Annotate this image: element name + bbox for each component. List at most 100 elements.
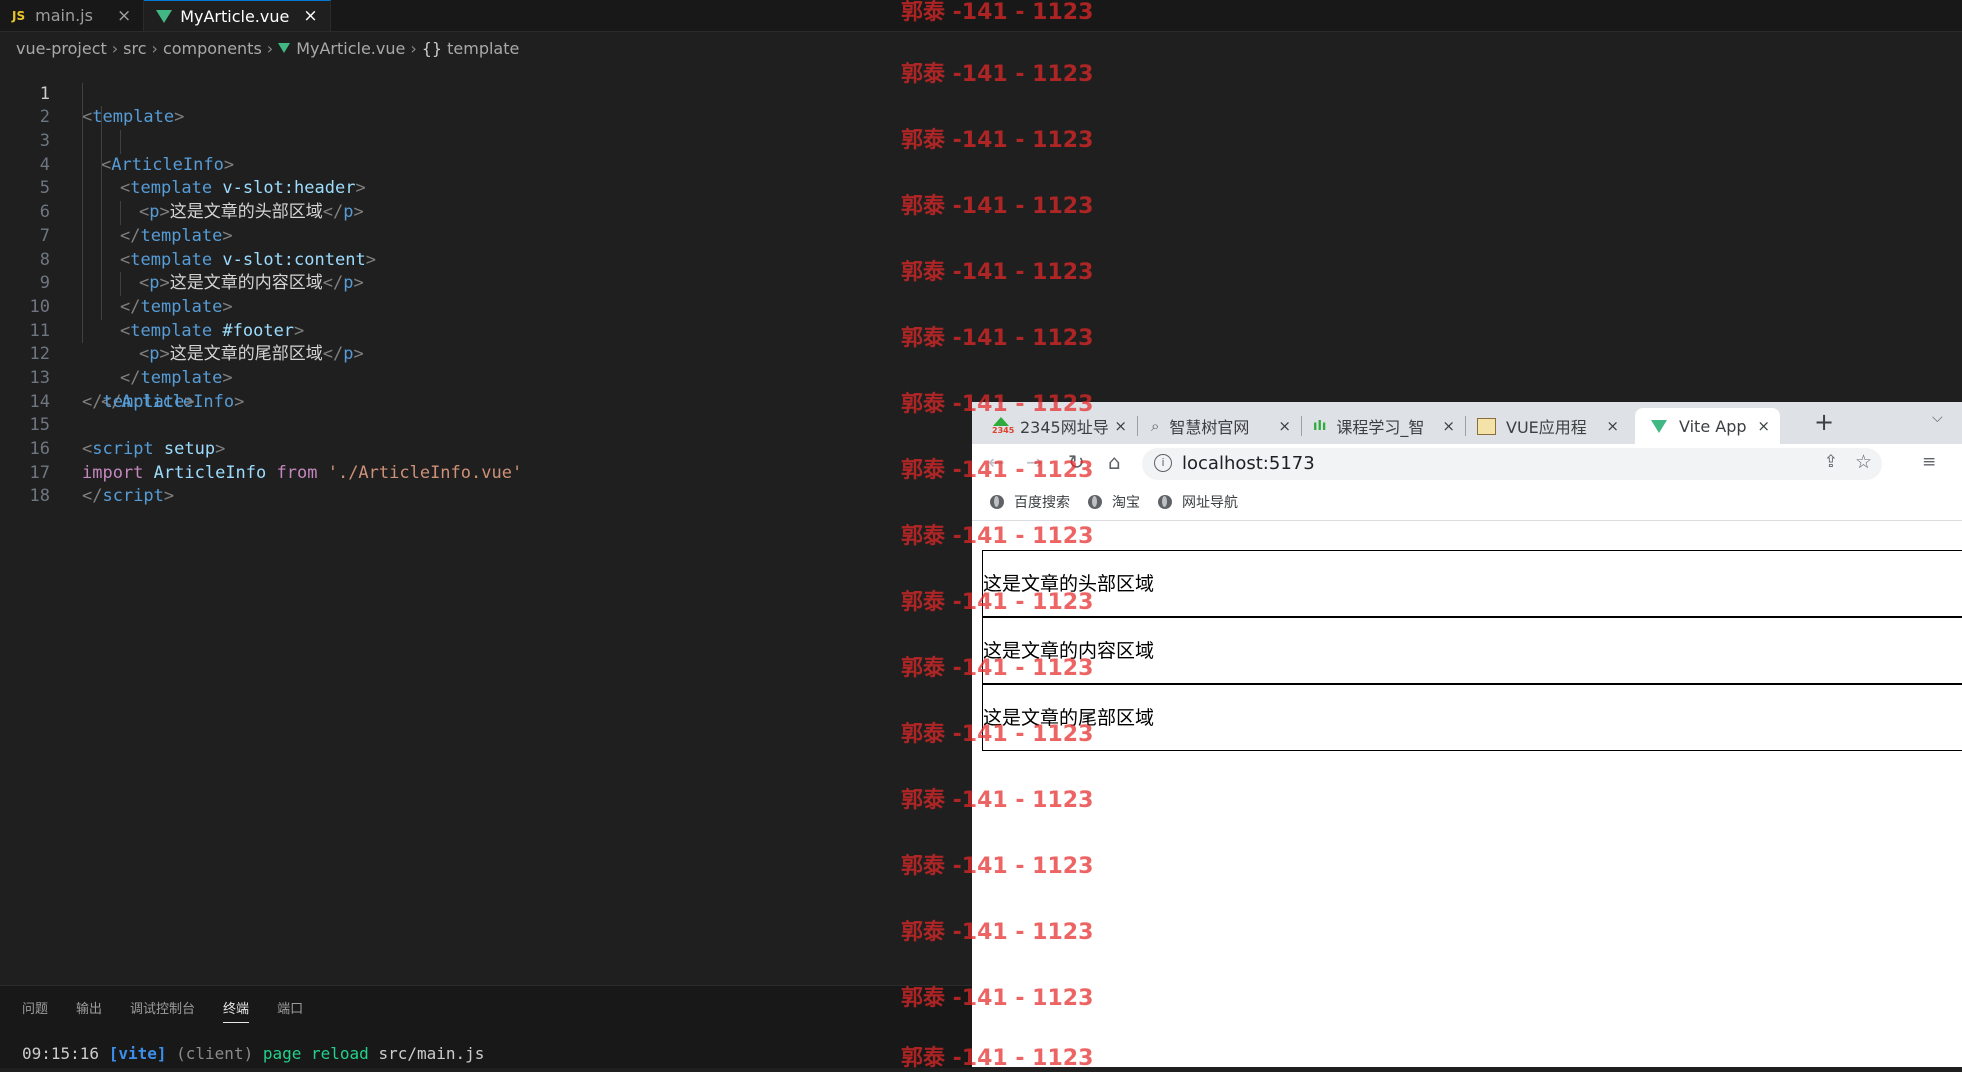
watermark-text: 郭泰 -141 - 1123	[901, 722, 1094, 747]
tab-myarticle-vue[interactable]: MyArticle.vue ×	[144, 0, 331, 31]
code-line: 2 <ArticleInfo>	[0, 82, 972, 175]
info-icon[interactable]: i	[1154, 454, 1172, 472]
code-line: 10 <p>这是文章的尾部区域</p>	[0, 272, 972, 364]
chevron-right-icon: ›	[151, 38, 158, 58]
browser-tab-course[interactable]: ılı 课程学习_智 ×	[1301, 408, 1466, 444]
close-icon[interactable]: ×	[1114, 417, 1127, 435]
watermark-text: 郭泰 -141 - 1123	[901, 524, 1094, 549]
bookmarks-bar: 百度搜索 淘宝 网址导航	[972, 484, 1962, 521]
close-icon[interactable]: ×	[1757, 417, 1770, 435]
code-line: 13 </template>	[0, 343, 972, 412]
watermark-text: 郭泰 -141 - 1123	[901, 1046, 1094, 1071]
browser-tab-vue-app[interactable]: VUE应用程 ×	[1465, 408, 1629, 444]
close-icon[interactable]: ×	[303, 6, 317, 26]
watermark-text: 郭泰 -141 - 1123	[901, 194, 1094, 219]
watermark-text: 郭泰 -141 - 1123	[901, 590, 1094, 615]
watermark-text: 郭泰 -141 - 1123	[901, 854, 1094, 879]
article-content-box: 这是文章的内容区域	[982, 617, 1962, 684]
tab-main-js[interactable]: JS main.js ×	[0, 0, 145, 31]
code-line: 12 </ArticleInfo>	[0, 319, 972, 412]
breadcrumb: vue-project › src › components › MyArtic…	[16, 37, 519, 59]
code-line: 18	[0, 462, 972, 506]
address-bar[interactable]: i localhost:5173 ⇪ ☆	[1142, 448, 1882, 480]
code-line: 9 <template #footer>	[0, 248, 972, 341]
tab-label: main.js	[35, 6, 93, 25]
globe-icon	[1158, 495, 1172, 509]
code-line: 8 </template>	[0, 224, 972, 317]
star-icon[interactable]: ☆	[1855, 451, 1872, 473]
browser-tab-strip: 2345 2345网址导 × ⌕ 智慧树官网 × ılı 课程学习_智 × VU…	[972, 402, 1962, 444]
reading-list-icon[interactable]: ≡	[1922, 452, 1936, 472]
close-icon[interactable]: ×	[1442, 417, 1455, 435]
watermark-text: 郭泰 -141 - 1123	[901, 128, 1094, 153]
watermark-text: 郭泰 -141 - 1123	[901, 260, 1094, 285]
code-line: 11 </template>	[0, 295, 972, 388]
browser-tab-label: 课程学习_智	[1336, 418, 1425, 437]
vue-file-icon	[278, 43, 291, 53]
symbol-braces-icon: {}	[421, 38, 443, 58]
chevron-right-icon: ›	[111, 38, 119, 58]
code-area[interactable]: 1 <template> 2 <ArticleInfo> 3 <template…	[0, 59, 972, 507]
watermark-text: 郭泰 -141 - 1123	[901, 392, 1094, 417]
browser-toolbar: ← → ↻ ⌂ i localhost:5173 ⇪ ☆ ≡	[972, 444, 1962, 484]
watermark-text: 郭泰 -141 - 1123	[901, 656, 1094, 681]
bookmark-baidu[interactable]: 百度搜索	[990, 492, 1070, 512]
new-tab-button[interactable]: +	[1814, 408, 1834, 436]
browser-tab-label: Vite App	[1679, 416, 1747, 436]
tab-ports[interactable]: 端口	[277, 998, 303, 1023]
vue-logo-icon	[1651, 419, 1667, 433]
code-line: 3 <template v-slot:header>	[0, 106, 972, 198]
breadcrumb-item[interactable]: vue-project	[16, 39, 107, 58]
tab-label: MyArticle.vue	[180, 6, 290, 26]
url-text[interactable]: localhost:5173	[1182, 453, 1315, 474]
code-line: 14	[0, 367, 972, 412]
breadcrumb-item[interactable]: template	[447, 39, 519, 58]
js-file-icon: JS	[12, 8, 26, 23]
watermark-text: 郭泰 -141 - 1123	[901, 986, 1094, 1011]
watermark-text: 郭泰 -141 - 1123	[901, 326, 1094, 351]
tab-problems[interactable]: 问题	[22, 998, 48, 1023]
bottom-panel: 问题 输出 调试控制台 终端 端口 09:15:16 [vite] (clien…	[0, 985, 972, 1068]
line-number: 18	[29, 486, 50, 507]
tab-terminal[interactable]: 终端	[223, 998, 250, 1023]
watermark-text: 郭泰 -141 - 1123	[901, 458, 1094, 483]
code-line: 5 </template>	[0, 153, 972, 246]
watermark-text: 郭泰 -141 - 1123	[901, 788, 1094, 813]
code-editor: JS main.js × MyArticle.vue × vue-project…	[0, 0, 1962, 1068]
close-icon[interactable]: ×	[1606, 417, 1619, 435]
globe-icon	[990, 495, 1004, 509]
code-line: 7 <p>这是文章的内容区域</p>	[0, 201, 972, 293]
close-icon[interactable]: ×	[1278, 417, 1291, 435]
article-footer-box: 这是文章的尾部区域	[982, 684, 1962, 751]
code-line: 15 <script setup>	[0, 391, 972, 459]
globe-icon	[1088, 495, 1102, 509]
browser-window: 2345 2345网址导 × ⌕ 智慧树官网 × ılı 课程学习_智 × VU…	[972, 402, 1962, 1067]
browser-tab-label: 智慧树官网	[1169, 418, 1250, 437]
article-header-box: 这是文章的头部区域	[982, 550, 1962, 617]
search-icon: ⌕	[1151, 417, 1160, 435]
watermark-text: 郭泰 -141 - 1123	[901, 62, 1094, 87]
watermark-text: 郭泰 -141 - 1123	[901, 0, 1094, 25]
code-line: 1 <template>	[0, 59, 972, 128]
chevron-down-icon[interactable]: ⌵	[1932, 410, 1943, 426]
site-2345-icon: 2345	[992, 417, 1014, 435]
breadcrumb-item[interactable]: components	[163, 39, 262, 58]
bookmark-navigation[interactable]: 网址导航	[1158, 492, 1238, 512]
breadcrumb-item[interactable]: MyArticle.vue	[296, 39, 405, 58]
share-icon[interactable]: ⇪	[1824, 452, 1838, 472]
terminal-output[interactable]: 09:15:16 [vite] (client) page reload src…	[22, 1044, 484, 1063]
bookmark-taobao[interactable]: 淘宝	[1088, 492, 1140, 512]
code-line: 17 </script>	[0, 438, 972, 507]
home-button[interactable]: ⌂	[1108, 450, 1121, 474]
chevron-right-icon: ›	[410, 38, 417, 58]
tab-debug-console[interactable]: 调试控制台	[130, 998, 195, 1023]
panel-tabs: 问题 输出 调试控制台 终端 端口	[22, 998, 331, 1023]
browser-tab-vite-app[interactable]: Vite App ×	[1635, 408, 1780, 444]
browser-tab-zhihuishu[interactable]: ⌕ 智慧树官网 ×	[1137, 408, 1302, 444]
tab-output[interactable]: 输出	[76, 998, 102, 1023]
close-icon[interactable]: ×	[117, 6, 131, 26]
browser-tab-label: VUE应用程	[1506, 418, 1587, 437]
breadcrumb-item[interactable]: src	[123, 39, 146, 58]
vue-file-icon	[156, 9, 173, 23]
chevron-right-icon: ›	[266, 38, 274, 58]
